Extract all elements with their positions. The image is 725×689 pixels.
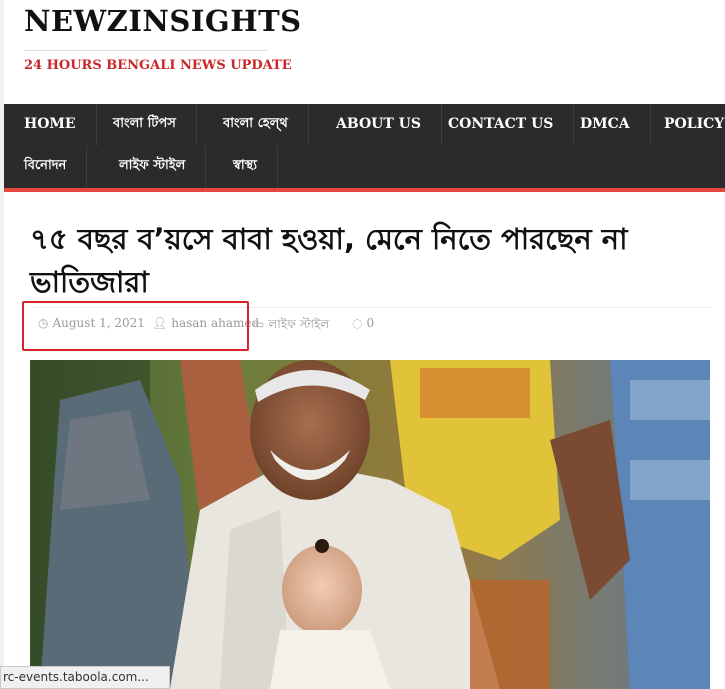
- nav-accent-border: [4, 188, 725, 192]
- nav-item-about-us[interactable]: ABOUT US: [316, 104, 442, 146]
- nav-item-bangla-health[interactable]: বাংলা হেল্থ: [203, 104, 309, 146]
- nav-item-entertainment[interactable]: বিনোদন: [4, 146, 88, 188]
- post-comments[interactable]: ◌ 0: [352, 316, 374, 330]
- nav-item-health[interactable]: স্বাস্থ্য: [213, 146, 279, 188]
- nav-item-lifestyle[interactable]: লাইফ স্টাইল: [99, 146, 207, 188]
- nav-item-dmca[interactable]: DMCA: [560, 104, 651, 146]
- featured-image: [30, 360, 710, 689]
- title-divider: [24, 50, 267, 51]
- nav-item-bangla-tips[interactable]: বাংলা টিপস: [93, 104, 197, 146]
- post-category[interactable]: ▭ লাইফ স্টাইল: [253, 316, 329, 336]
- browser-status-bar: rc-events.taboola.com...: [0, 666, 170, 689]
- site-tagline: 24 HOURS BENGALI NEWS UPDATE: [24, 58, 292, 73]
- article-title: ৭৫ বছর ব’য়সে বাবা হওয়া, মেনে নিতে পারছ…: [30, 222, 628, 299]
- nav-item-home[interactable]: HOME: [4, 104, 97, 146]
- post-comment-count[interactable]: 0: [366, 316, 374, 330]
- main-nav: HOME বাংলা টিপস বাংলা হেল্থ ABOUT US CON…: [4, 104, 725, 188]
- post-category-label[interactable]: লাইফ স্টাইল: [268, 317, 329, 331]
- comment-icon: ◌: [352, 316, 363, 330]
- folder-open-icon: ▭: [253, 317, 265, 331]
- nav-item-contact-us[interactable]: CONTACT US: [428, 104, 575, 146]
- annotation-highlight-box: [22, 301, 249, 351]
- featured-image-illustration: [30, 360, 710, 689]
- nav-item-policy[interactable]: POLICY: [644, 104, 725, 146]
- site-title[interactable]: NEWZINSIGHTS: [24, 4, 302, 38]
